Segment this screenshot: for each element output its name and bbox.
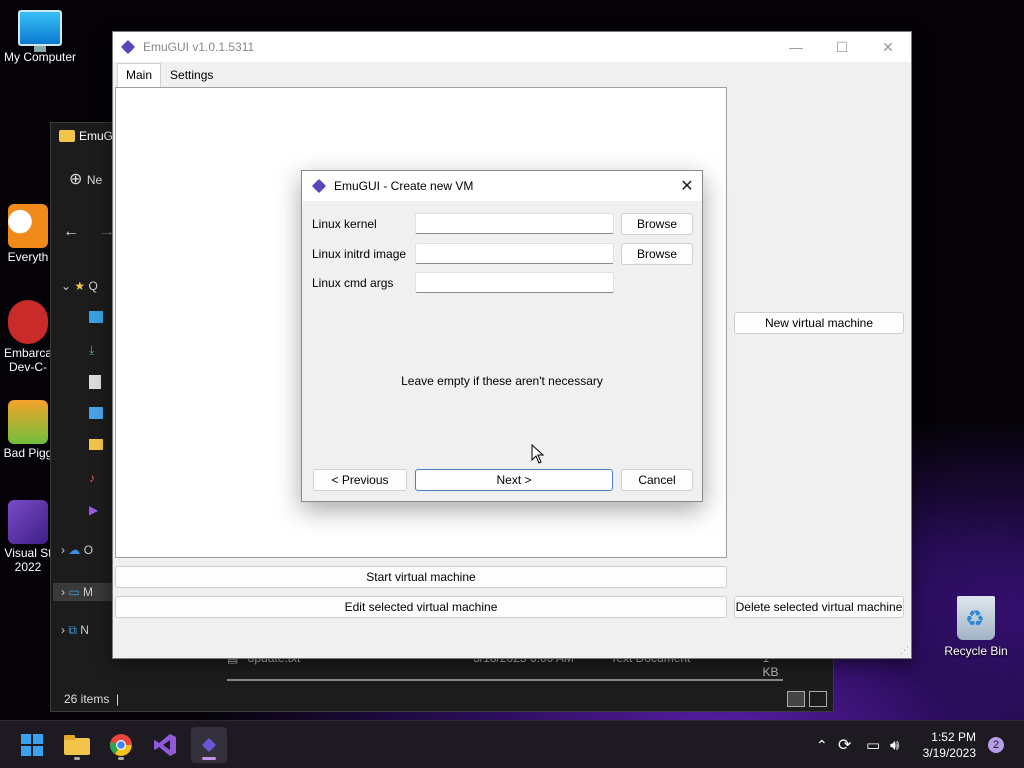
tab-settings[interactable]: Settings [161, 63, 222, 87]
resize-grip-icon[interactable]: ⋰ [900, 645, 909, 656]
taskbar: ⌃ ⟳ ▭ 🔊︎ 1:52 PM 3/19/2023 2 [0, 720, 1024, 768]
dialog-title-bar[interactable]: EmuGUI - Create new VM ✕ [302, 171, 702, 201]
music-icon[interactable]: ♪ [89, 471, 95, 485]
documents-icon[interactable] [89, 375, 101, 392]
folder-icon [59, 130, 75, 142]
desktop-icon-bad-piggies[interactable]: Bad Pigg [0, 400, 56, 460]
previous-button[interactable]: < Previous [313, 469, 407, 491]
kernel-input[interactable] [415, 213, 614, 234]
dialog-title: EmuGUI - Create new VM [334, 179, 474, 193]
desktop-icon-label: Recycle Bin [944, 644, 1008, 658]
tab-bar: Main Settings [117, 63, 222, 87]
details-view-icon[interactable] [787, 691, 805, 707]
tiles-view-icon[interactable] [809, 691, 827, 707]
view-toggle[interactable] [787, 691, 827, 707]
desktop-icon-devcpp[interactable]: Embarca Dev-C- [0, 300, 56, 374]
chrome-icon[interactable] [103, 727, 139, 763]
desktop-icon-my-computer[interactable]: My Computer [0, 10, 80, 64]
initrd-input[interactable] [415, 243, 614, 264]
videos-icon[interactable]: ▶ [89, 503, 98, 517]
desktop-icon-recycle-bin[interactable]: Recycle Bin [938, 596, 1014, 658]
horizontal-scrollbar[interactable] [227, 679, 783, 681]
file-explorer-icon[interactable] [59, 727, 95, 763]
bad-piggies-icon [8, 400, 48, 444]
everything-icon [8, 204, 48, 248]
emugui-app-icon [311, 178, 327, 194]
cancel-button[interactable]: Cancel [621, 469, 693, 491]
kernel-label: Linux kernel [312, 217, 377, 231]
window-title: EmuGUI v1.0.1.5311 [143, 40, 255, 54]
volume-icon[interactable]: 🔊︎ [890, 721, 899, 768]
download-icon[interactable]: ⤓ [89, 343, 94, 358]
back-arrow-icon[interactable]: ← [63, 223, 79, 241]
status-item-count: 26 items | [64, 692, 120, 706]
nav-network[interactable]: › ⧉ N [61, 623, 89, 638]
sync-icon[interactable]: ⟳ [838, 721, 851, 768]
tab-main[interactable]: Main [117, 63, 162, 87]
pictures-icon[interactable] [89, 407, 103, 422]
devcpp-icon [8, 300, 48, 344]
nav-onedrive[interactable]: › ☁ O [61, 543, 93, 557]
clock-time: 1:52 PM [931, 730, 976, 744]
network-icon[interactable]: ▭ [866, 721, 880, 768]
next-button[interactable]: Next > [415, 469, 613, 491]
desktop-icon-everything[interactable]: Everyth [0, 204, 56, 264]
desktop-icon-label: My Computer [3, 50, 77, 64]
notification-badge[interactable]: 2 [988, 737, 1004, 753]
maximize-icon[interactable]: ☐ [819, 32, 865, 62]
new-vm-button[interactable]: New virtual machine [734, 312, 904, 334]
clock[interactable]: 1:52 PM 3/19/2023 [923, 729, 976, 761]
title-bar[interactable]: EmuGUI v1.0.1.5311 — ☐ ✕ [113, 32, 911, 62]
emugui-icon[interactable] [191, 727, 227, 763]
hint-text: Leave empty if these aren't necessary [401, 374, 603, 388]
clock-date: 3/19/2023 [922, 746, 976, 760]
browse-kernel-button[interactable]: Browse [621, 213, 693, 235]
minimize-icon[interactable]: — [773, 32, 819, 62]
recycle-bin-icon [957, 596, 995, 640]
nav-item[interactable] [89, 311, 103, 326]
create-vm-dialog[interactable]: EmuGUI - Create new VM ✕ Linux kernel Br… [301, 170, 703, 502]
cmd-args-input[interactable] [415, 272, 614, 293]
browse-initrd-button[interactable]: Browse [621, 243, 693, 265]
nav-my-computer[interactable]: › ▭ M [53, 583, 113, 601]
folder-icon[interactable] [89, 439, 103, 453]
visual-studio-icon [8, 500, 48, 544]
explorer-new-button[interactable]: ⊕ Ne [69, 169, 102, 189]
start-vm-button[interactable]: Start virtual machine [115, 566, 727, 588]
close-icon[interactable]: ✕ [865, 32, 911, 62]
emugui-app-icon [120, 39, 136, 55]
start-icon[interactable] [14, 727, 50, 763]
edit-vm-button[interactable]: Edit selected virtual machine [115, 596, 727, 618]
cmd-args-label: Linux cmd args [312, 276, 394, 290]
delete-vm-button[interactable]: Delete selected virtual machine [734, 596, 904, 618]
tray-overflow-icon[interactable]: ⌃ [816, 721, 828, 768]
nav-quick-access[interactable]: ⌄ ★ Q [61, 279, 98, 293]
visual-studio-icon[interactable] [147, 727, 183, 763]
desktop-icon-visual-studio[interactable]: Visual St 2022 [0, 500, 56, 574]
computer-icon [18, 10, 62, 52]
initrd-label: Linux initrd image [312, 247, 407, 261]
close-icon[interactable]: ✕ [672, 171, 702, 201]
